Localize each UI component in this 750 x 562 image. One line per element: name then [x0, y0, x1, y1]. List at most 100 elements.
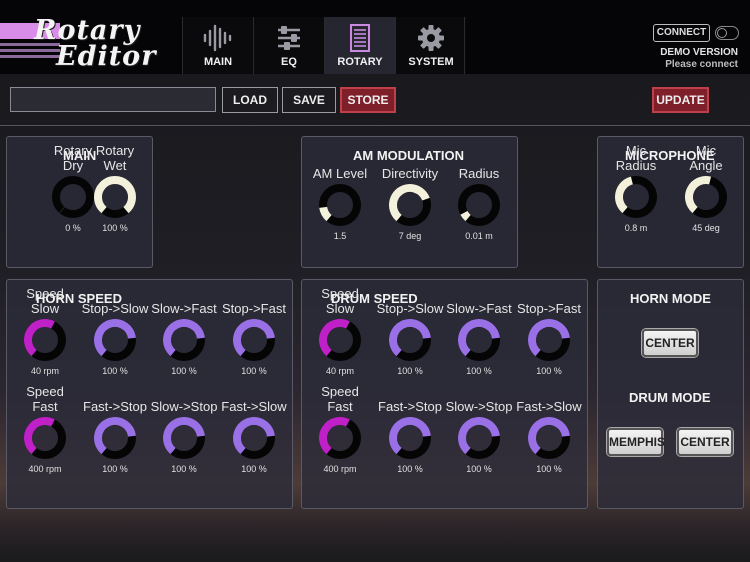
knob-value-speed-slow: 40 rpm [325, 366, 354, 376]
knob-mic-radius[interactable] [614, 175, 658, 219]
preset-name-input[interactable] [10, 87, 216, 112]
knob-label-fast-stop: Fast->Stop [83, 399, 147, 414]
knob-label-stop-slow: Stop->Slow [376, 301, 444, 316]
knob-value-stop-slow: 100 % [102, 366, 128, 376]
knob-value-fast-stop: 100 % [102, 464, 128, 474]
knob-value-slow-stop: 100 % [466, 464, 492, 474]
knob-rotary-wet[interactable] [93, 175, 137, 219]
tab-system-label: SYSTEM [408, 56, 454, 68]
knob-value-fast-stop: 100 % [397, 464, 423, 474]
knob-value-am-level: 1.5 [333, 231, 347, 241]
drum-speed-panel: DRUM SPEED Speed Slow 40 rpm Stop->Slow 1… [301, 279, 588, 509]
knob-fast-slow[interactable] [232, 416, 276, 460]
drum-memphis-button[interactable]: MEMPHIS [607, 428, 665, 456]
horn-mode-title: HORN MODE [630, 291, 711, 306]
knob-value-stop-fast: 100 % [241, 366, 267, 376]
app-logo: Rotary Editor [0, 15, 182, 72]
knob-speed-fast[interactable] [318, 416, 362, 460]
modes-panel: HORN MODE CENTER DRUM MODE MEMPHIS CENTE… [597, 279, 744, 509]
knob-fast-stop[interactable] [93, 416, 137, 460]
knob-value-speed-fast: 400 rpm [323, 464, 357, 474]
knob-stop-slow[interactable] [93, 318, 137, 362]
tab-divider [464, 17, 465, 74]
microphone-panel: MICROPHONE Mic Radius 0.8 m Mic Angle 45 … [597, 136, 744, 268]
knob-label-fast-slow: Fast->Slow [221, 399, 287, 414]
knob-label-speed-fast: Speed Fast [321, 384, 359, 414]
knob-label-stop-fast: Stop->Fast [517, 301, 581, 316]
knob-label-fast-slow: Fast->Slow [516, 399, 582, 414]
main-panel: MAIN Rotary Dry 0 % Rotary Wet 100 % [6, 136, 153, 268]
update-button[interactable]: UPDATE [652, 87, 709, 113]
knob-label-speed-slow: Speed Slow [26, 286, 64, 316]
knob-label-slow-fast: Slow->Fast [151, 301, 217, 316]
knob-label-stop-slow: Stop->Slow [81, 301, 149, 316]
am-modulation-title: AM MODULATION [353, 148, 464, 163]
tab-main-label: MAIN [203, 56, 233, 68]
knob-slow-fast[interactable] [162, 318, 206, 362]
knob-label-speed-slow: Speed Slow [321, 286, 359, 316]
knob-slow-stop[interactable] [162, 416, 206, 460]
knob-label-rotary-wet: Rotary Wet [95, 143, 135, 173]
knob-directivity[interactable] [388, 183, 432, 227]
knob-value-rotary-wet: 100 % [102, 223, 128, 233]
tab-main[interactable]: MAIN [182, 17, 253, 74]
knob-fast-stop[interactable] [388, 416, 432, 460]
demo-version-label: DEMO VERSION [660, 47, 738, 58]
knob-value-speed-slow: 40 rpm [30, 366, 59, 376]
knob-slow-fast[interactable] [457, 318, 501, 362]
rotary-speaker-icon [325, 23, 395, 53]
knob-label-slow-stop: Slow->Stop [445, 399, 513, 414]
knob-label-mic-radius: Mic Radius [615, 143, 657, 173]
am-modulation-panel: AM MODULATION AM Level 1.5 Directivity 7 … [301, 136, 518, 268]
knob-fast-slow[interactable] [527, 416, 571, 460]
knob-label-mic-angle: Mic Angle [689, 143, 723, 173]
knob-label-stop-fast: Stop->Fast [222, 301, 286, 316]
top-bar: Rotary Editor MAIN EQ ROTARY SYSTEM CONN… [0, 0, 750, 74]
connect-button[interactable]: CONNECT [653, 24, 710, 42]
knob-stop-fast[interactable] [232, 318, 276, 362]
knob-stop-slow[interactable] [388, 318, 432, 362]
knob-label-directivity: Directivity [381, 166, 439, 181]
knob-speed-slow[interactable] [23, 318, 67, 362]
horn-center-button[interactable]: CENTER [642, 329, 698, 357]
tab-rotary-label: ROTARY [337, 56, 383, 68]
knob-mic-angle[interactable] [684, 175, 728, 219]
knob-value-speed-fast: 400 rpm [28, 464, 62, 474]
knob-speed-slow[interactable] [318, 318, 362, 362]
toolbar-divider [0, 125, 750, 126]
please-connect-label: Please connect [665, 59, 738, 70]
horn-speed-panel: HORN SPEED Speed Slow 40 rpm Stop->Slow 1… [6, 279, 293, 509]
knob-value-mic-radius: 0.8 m [624, 223, 648, 233]
knob-value-fast-slow: 100 % [536, 464, 562, 474]
knob-label-slow-fast: Slow->Fast [446, 301, 512, 316]
knob-value-stop-slow: 100 % [397, 366, 423, 376]
knob-label-fast-stop: Fast->Stop [378, 399, 442, 414]
drum-center-button[interactable]: CENTER [677, 428, 733, 456]
tab-rotary[interactable]: ROTARY [324, 17, 395, 74]
tab-eq-label: EQ [281, 56, 297, 68]
knob-value-stop-fast: 100 % [536, 366, 562, 376]
knob-am-level[interactable] [318, 183, 362, 227]
knob-value-mic-angle: 45 deg [692, 223, 720, 233]
knob-label-speed-fast: Speed Fast [26, 384, 64, 414]
tab-eq[interactable]: EQ [253, 17, 324, 74]
knob-radius[interactable] [457, 183, 501, 227]
knob-value-radius: 0.01 m [465, 231, 493, 241]
knob-value-directivity: 7 deg [398, 231, 422, 241]
sliders-icon [254, 23, 324, 53]
knob-value-fast-slow: 100 % [241, 464, 267, 474]
knob-stop-fast[interactable] [527, 318, 571, 362]
knob-rotary-dry[interactable] [51, 175, 95, 219]
connection-toggle[interactable] [715, 26, 739, 40]
knob-value-slow-stop: 100 % [171, 464, 197, 474]
knob-label-slow-stop: Slow->Stop [150, 399, 218, 414]
save-button[interactable]: SAVE [282, 87, 336, 113]
knob-speed-fast[interactable] [23, 416, 67, 460]
logo-word-editor: Editor [56, 41, 157, 72]
knob-slow-stop[interactable] [457, 416, 501, 460]
load-button[interactable]: LOAD [222, 87, 278, 113]
toggle-knob [717, 28, 727, 38]
tab-system[interactable]: SYSTEM [395, 17, 466, 74]
knob-value-slow-fast: 100 % [466, 366, 492, 376]
store-button[interactable]: STORE [340, 87, 396, 113]
